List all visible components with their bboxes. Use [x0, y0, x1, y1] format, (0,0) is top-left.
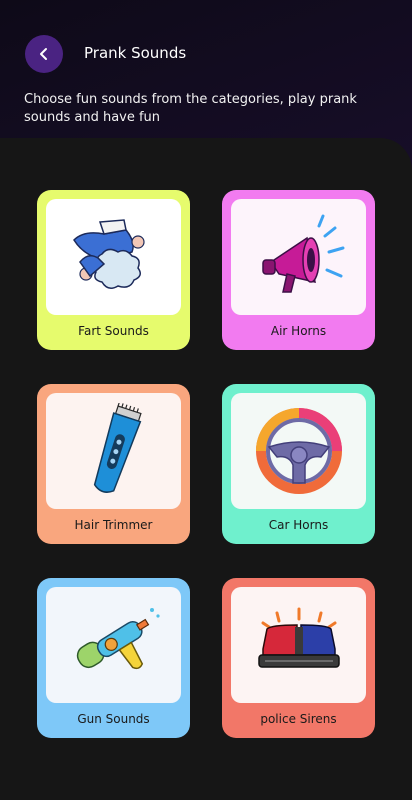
- card-image: [46, 199, 181, 315]
- back-button[interactable]: [25, 35, 63, 73]
- card-gun-sounds[interactable]: Gun Sounds: [37, 578, 190, 738]
- card-label: Gun Sounds: [77, 712, 150, 726]
- categories-panel: Fart Sounds Air Horns Hair Trimmer Car H…: [0, 138, 412, 800]
- water-gun-icon: [76, 608, 160, 670]
- card-label: Fart Sounds: [78, 324, 149, 338]
- card-label: Hair Trimmer: [74, 518, 153, 532]
- page-title: Prank Sounds: [84, 44, 187, 62]
- siren-icon: [257, 607, 340, 668]
- steering-wheel-icon: [255, 408, 342, 494]
- page-subtitle: Choose fun sounds from the categories, p…: [24, 92, 357, 125]
- card-image: [231, 587, 366, 703]
- trimmer-icon: [93, 403, 142, 493]
- card-hair-trimmer[interactable]: Hair Trimmer: [37, 384, 190, 544]
- card-fart-sounds[interactable]: Fart Sounds: [37, 190, 190, 350]
- card-label: Car Horns: [268, 518, 329, 532]
- card-image: [231, 199, 366, 315]
- card-air-horns[interactable]: Air Horns: [222, 190, 375, 350]
- fart-icon: [72, 219, 145, 289]
- card-image: [231, 393, 366, 509]
- card-label: police Sirens: [260, 712, 337, 726]
- app-header: Prank Sounds Choose fun sounds from the …: [0, 0, 412, 140]
- card-image: [46, 393, 181, 509]
- card-car-horns[interactable]: Car Horns: [222, 384, 375, 544]
- card-image: [46, 587, 181, 703]
- chevron-left-icon: [40, 48, 47, 60]
- card-label: Air Horns: [270, 324, 327, 338]
- megaphone-icon: [261, 214, 344, 293]
- card-police-sirens[interactable]: police Sirens: [222, 578, 375, 738]
